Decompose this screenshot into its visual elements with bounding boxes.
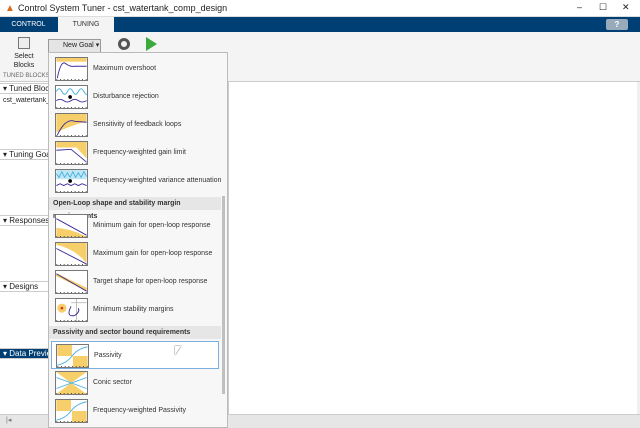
close-button[interactable]: ✕ [622,2,630,13]
margins-thumbnail-icon [55,298,88,322]
target-thumbnail-icon [55,270,88,294]
section-designs[interactable]: ▾ Designs [0,281,48,292]
menu-item-label: Minimum gain for open-loop response [93,222,211,229]
mouse-cursor-icon [175,346,181,355]
conic-thumbnail-icon [55,371,88,395]
menu-item-maximum-overshoot[interactable]: Maximum overshoot [51,55,219,83]
menu-section-header: Open-Loop shape and stability margin req… [49,197,221,220]
menu-item-disturbance-rejection[interactable]: Disturbance rejection [51,83,219,111]
title-bar: ▲ Control System Tuner - cst_watertank_c… [0,0,640,17]
help-button[interactable]: ? [606,19,628,30]
passivity-thumbnail-icon [55,399,88,423]
left-panel: ▾ Tuned Blocks cst_watertank_comp ▾ Tuni… [0,82,48,414]
menu-item-label: Maximum gain for open-loop response [93,250,213,257]
menu-item-frequency-weighted-passivity[interactable]: Frequency-weighted Passivity [51,397,219,425]
menu-item-label: Frequency-weighted variance attenuation [93,177,222,184]
mingain-thumbnail-icon [55,214,88,238]
select-blocks-label: Select Blocks [13,53,35,69]
disturbance-thumbnail-icon [55,85,90,109]
passivity-thumbnail-icon [56,344,89,368]
window-title: Control System Tuner - cst_watertank_com… [18,3,228,13]
tab-control-system[interactable]: CONTROL SYSTEM [0,17,57,43]
menu-item-label: Maximum overshoot [93,65,157,72]
overshoot-thumbnail-icon [55,57,88,81]
menu-item-target-shape-for-open-loop-response[interactable]: Target shape for open-loop response [51,268,219,296]
maxgain-thumbnail-icon [55,242,88,266]
menu-item-maximum-gain-for-open-loop-response[interactable]: Maximum gain for open-loop response [51,240,219,268]
sensitivity-thumbnail-icon [55,113,88,137]
section-responses[interactable]: ▾ Responses [0,215,48,226]
menu-item-frequency-weighted-gain-limit[interactable]: Frequency-weighted gain limit [51,139,219,167]
matlab-logo-icon: ▲ [5,3,15,14]
select-blocks-button[interactable]: Select Blocks [6,37,42,73]
options-gear-icon[interactable] [118,38,130,50]
menu-item-label: Sensitivity of feedback loops [93,121,182,128]
tab-bar: CONTROL SYSTEM TUNING ? [0,17,640,43]
menu-item-conic-sector[interactable]: Conic sector [51,369,219,397]
menu-item-label: Frequency-weighted gain limit [93,149,186,156]
section-tuned-blocks[interactable]: ▾ Tuned Blocks [0,83,48,94]
collapse-left-icon[interactable]: |◂ [6,416,11,424]
tuned-block-item[interactable]: cst_watertank_comp [3,97,48,104]
menu-section-header: Passivity and sector bound requirements [49,326,221,339]
menu-scrollbar[interactable] [222,196,225,394]
section-data-preview[interactable]: ▾ Data Preview [0,348,48,359]
new-goal-label: New Goal [63,42,94,49]
variance-thumbnail-icon [55,169,88,193]
gainlimit-thumbnail-icon [55,141,88,165]
tab-tuning[interactable]: TUNING [58,17,114,32]
menu-item-label: Frequency-weighted Passivity [93,407,186,414]
menu-item-minimum-stability-margins[interactable]: Minimum stability margins [51,296,219,324]
menu-item-label: Conic sector [93,379,132,386]
help-icon: ? [614,20,620,29]
menu-item-frequency-weighted-variance-attenuation[interactable]: Frequency-weighted variance attenuation [51,167,222,195]
new-goal-menu: Maximum overshoot Disturbance rejection Se… [48,52,228,428]
menu-item-label: Minimum stability margins [93,306,174,313]
document-area [228,82,637,414]
menu-item-label: Target shape for open-loop response [93,278,208,285]
tuned-blocks-section-label: TUNED BLOCKS [3,73,50,79]
tune-play-icon[interactable] [146,37,157,51]
chevron-down-icon: ▾ [95,42,100,49]
menu-item-label: Disturbance rejection [93,93,159,100]
maximize-button[interactable]: ☐ [599,2,607,13]
new-goal-button[interactable]: New Goal ▾ [48,39,101,53]
menu-item-passivity[interactable]: Passivity [51,341,219,369]
menu-item-label: Passivity [94,352,122,359]
select-blocks-icon [18,37,30,49]
menu-item-minimum-gain-for-open-loop-response[interactable]: Minimum gain for open-loop response [51,212,219,240]
menu-item-sensitivity-of-feedback-loops[interactable]: Sensitivity of feedback loops [51,111,219,139]
section-tuning-goals[interactable]: ▾ Tuning Goals [0,149,48,160]
minimize-button[interactable]: – [577,2,582,12]
